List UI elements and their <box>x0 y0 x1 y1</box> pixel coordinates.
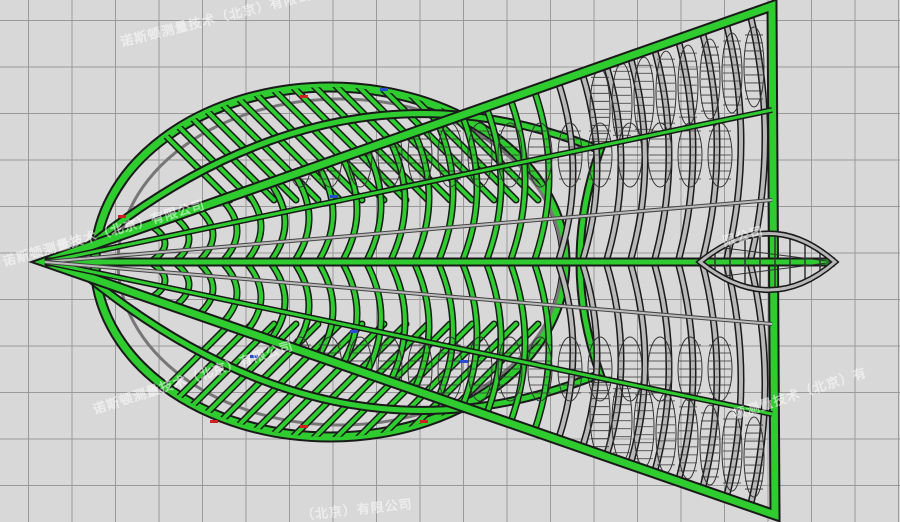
cad-viewport[interactable]: 诺斯顿测量技术（北京）有限公司 诺斯顿测量技术（北京）有限公司 诺斯顿测量技术（… <box>0 0 900 522</box>
triangular-frame <box>28 0 835 522</box>
steel-structure-model[interactable] <box>0 0 900 522</box>
